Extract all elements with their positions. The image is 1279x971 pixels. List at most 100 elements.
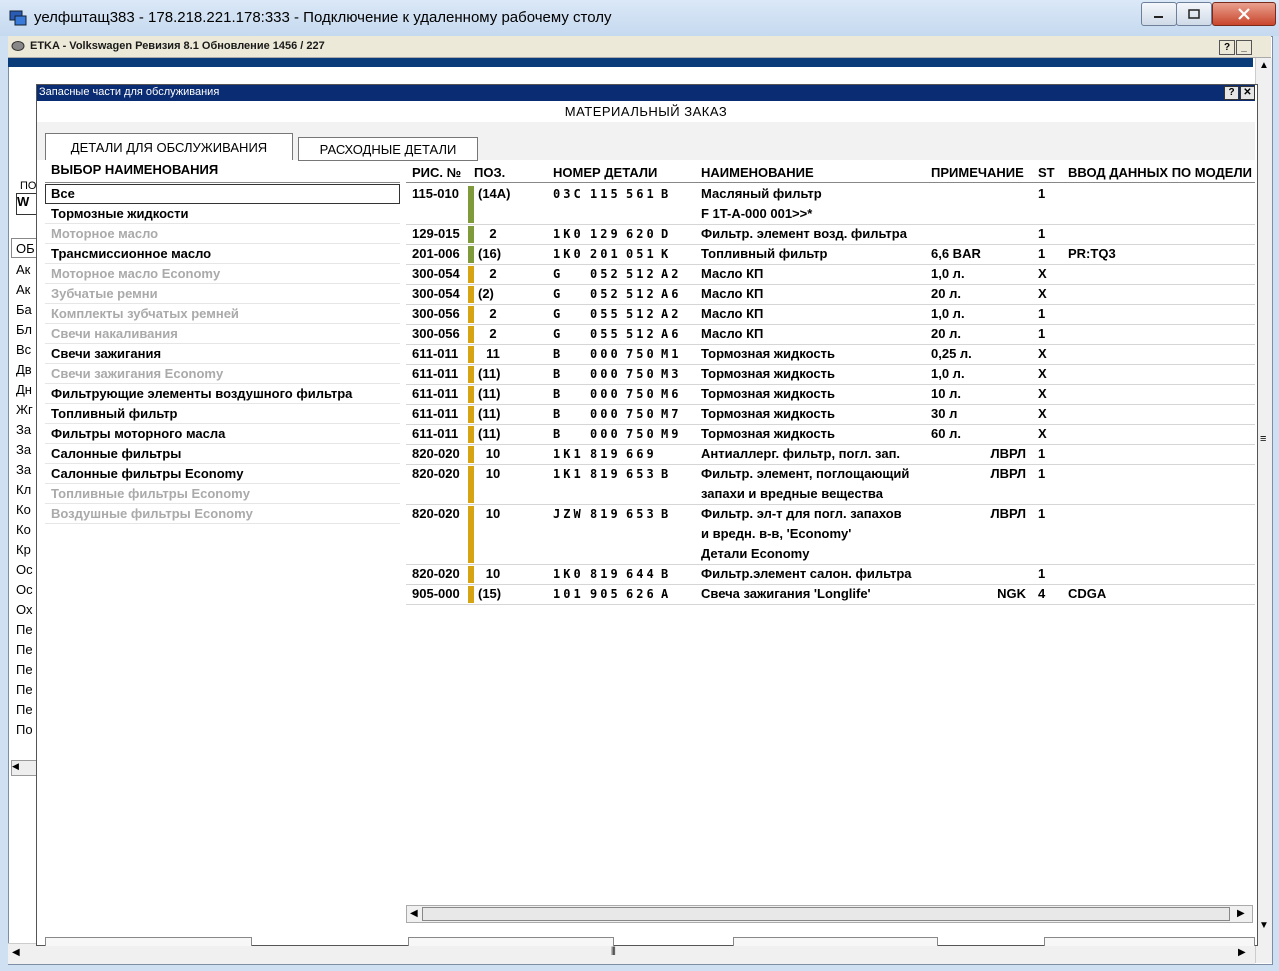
background-list-item[interactable]: Кл [16, 482, 36, 502]
name-selection-item[interactable]: Салонные фильтры [45, 444, 400, 464]
col-header-st[interactable]: ST [1038, 165, 1055, 180]
background-list-item[interactable]: Ос [16, 562, 36, 582]
col-header-pos[interactable]: ПОЗ. [474, 165, 505, 180]
dialog-titlebar[interactable] [37, 85, 1255, 101]
name-selection-item[interactable]: Фильтрующие элементы воздушного фильтра [45, 384, 400, 404]
bottom-button-2[interactable] [408, 937, 614, 946]
table-scroll-left-icon[interactable]: ◀ [410, 908, 418, 919]
cell-part-suffix: D [661, 227, 672, 241]
cell-name: Фильтр.элемент салон. фильтра [701, 566, 912, 581]
dialog-close-button[interactable]: ✕ [1240, 86, 1255, 100]
etka-help-button[interactable]: ? [1219, 40, 1235, 55]
background-list-item[interactable]: Ох [16, 602, 36, 622]
table-scroll-right-icon[interactable]: ▶ [1237, 908, 1245, 919]
bottom-button-3[interactable] [733, 937, 938, 946]
cell-part-prefix: B [553, 407, 564, 421]
cell-note: 1,0 л. [931, 266, 965, 281]
name-selection-item[interactable]: Трансмиссионное масло [45, 244, 400, 264]
scroll-down-icon[interactable]: ▼ [1259, 920, 1269, 931]
cell-pos: 10 [485, 446, 501, 461]
background-list-item[interactable]: Бл [16, 322, 36, 342]
cell-st: X [1038, 346, 1047, 361]
name-selection-item[interactable]: Топливный фильтр [45, 404, 400, 424]
table-row[interactable] [406, 184, 1255, 225]
background-list-item[interactable]: За [16, 462, 36, 482]
tab-consumables[interactable]: РАСХОДНЫЕ ДЕТАЛИ [298, 137, 478, 161]
col-header-note[interactable]: ПРИМЕЧАНИЕ [931, 165, 1024, 180]
background-list-item[interactable]: Ак [16, 262, 36, 282]
background-list-item[interactable]: Ко [16, 502, 36, 522]
bottom-button-1[interactable] [45, 937, 252, 946]
table-scroll-thumb[interactable] [422, 907, 1230, 921]
bottom-button-4[interactable] [1044, 937, 1255, 946]
tab-service-parts[interactable]: ДЕТАЛИ ДЛЯ ОБСЛУЖИВАНИЯ [45, 133, 293, 160]
background-list-item[interactable]: Ак [16, 282, 36, 302]
scroll-left-icon[interactable]: ◀ [12, 947, 20, 958]
col-header-name[interactable]: НАИМЕНОВАНИЕ [701, 165, 814, 180]
name-selection-item[interactable]: Свечи зажигания [45, 344, 400, 364]
row-status-bar [468, 306, 474, 323]
name-selection-item[interactable]: Салонные фильтры Economy [45, 464, 400, 484]
minimize-button[interactable] [1141, 2, 1177, 26]
cell-st: 1 [1038, 506, 1046, 521]
table-row[interactable] [406, 304, 1255, 325]
table-row[interactable] [406, 264, 1255, 285]
background-list-item[interactable]: За [16, 422, 36, 442]
etka-minimize-button[interactable]: _ [1236, 40, 1252, 55]
name-selection-item[interactable]: Комплекты зубчатых ремней [45, 304, 400, 324]
name-selection-item[interactable]: Топливные фильтры Economy [45, 484, 400, 504]
cell-fig: 300-054 [412, 286, 460, 301]
table-row[interactable] [406, 244, 1255, 265]
background-list-item[interactable]: Ба [16, 302, 36, 322]
dialog-heading: МАТЕРИАЛЬНЫЙ ЗАКАЗ [564, 104, 728, 119]
background-list-item[interactable]: Пе [16, 642, 36, 662]
background-scroll-left[interactable]: ◀ [11, 760, 39, 776]
cell-part-middle: 669 [626, 447, 657, 461]
name-selection-item[interactable]: Свечи накаливания [45, 324, 400, 344]
cell-fig: 611-011 [412, 386, 459, 401]
scroll-up-icon[interactable]: ▲ [1259, 60, 1269, 71]
col-header-model-data[interactable]: ВВОД ДАННЫХ ПО МОДЕЛИ [1068, 165, 1252, 180]
background-list-item[interactable]: Пе [16, 702, 36, 722]
close-button[interactable] [1212, 2, 1276, 26]
hscroll-grip-icon[interactable]: ⦀ [611, 946, 616, 959]
table-row[interactable] [406, 324, 1255, 345]
col-header-part-number[interactable]: НОМЕР ДЕТАЛИ [553, 165, 657, 180]
cell-fig: 820-020 [412, 566, 460, 581]
table-row[interactable] [406, 284, 1255, 305]
background-list-item[interactable]: Пе [16, 662, 36, 682]
cell-st: 1 [1038, 186, 1046, 201]
etka-app-icon [11, 41, 25, 51]
name-selection-item-label: Зубчатые ремни [51, 286, 158, 301]
cell-part-suffix: M9 [661, 427, 682, 441]
background-list-item[interactable]: Ко [16, 522, 36, 542]
background-input[interactable]: W [16, 193, 38, 215]
scroll-right-icon[interactable]: ▶ [1238, 947, 1246, 958]
background-list-item[interactable]: Жг [16, 402, 36, 422]
etka-horizontal-scrollbar[interactable]: ◀ ⦀ ▶ [8, 943, 1255, 964]
background-list-item[interactable]: По [16, 722, 36, 742]
background-list-item[interactable]: Пе [16, 622, 36, 642]
background-list-item[interactable]: Дн [16, 382, 36, 402]
name-selection-item[interactable]: Моторное масло Economy [45, 264, 400, 284]
background-list-item[interactable]: Вс [16, 342, 36, 362]
name-selection-item[interactable]: Фильтры моторного масла [45, 424, 400, 444]
cell-name: Свеча зажигания 'Longlife' [701, 586, 871, 601]
background-list-item[interactable]: Дв [16, 362, 36, 382]
row-status-bar [468, 286, 474, 303]
name-selection-item[interactable]: Свечи зажигания Economy [45, 364, 400, 384]
background-list-item[interactable]: Кр [16, 542, 36, 562]
maximize-button[interactable] [1176, 2, 1212, 26]
col-header-fig[interactable]: РИС. № [412, 165, 461, 180]
name-selection-item[interactable]: Моторное масло [45, 224, 400, 244]
background-list-item[interactable]: Ос [16, 582, 36, 602]
dialog-help-button[interactable]: ? [1224, 86, 1239, 100]
cell-part-main: 052 [590, 267, 621, 281]
name-selection-item[interactable]: Тормозные жидкости [45, 204, 400, 224]
background-list-item[interactable]: Пе [16, 682, 36, 702]
name-selection-item[interactable]: Зубчатые ремни [45, 284, 400, 304]
cell-fig: 611-011 [412, 366, 459, 381]
scroll-grip-icon[interactable]: ≡ [1260, 433, 1266, 445]
name-selection-item[interactable]: Воздушные фильтры Economy [45, 504, 400, 524]
background-list-item[interactable]: За [16, 442, 36, 462]
